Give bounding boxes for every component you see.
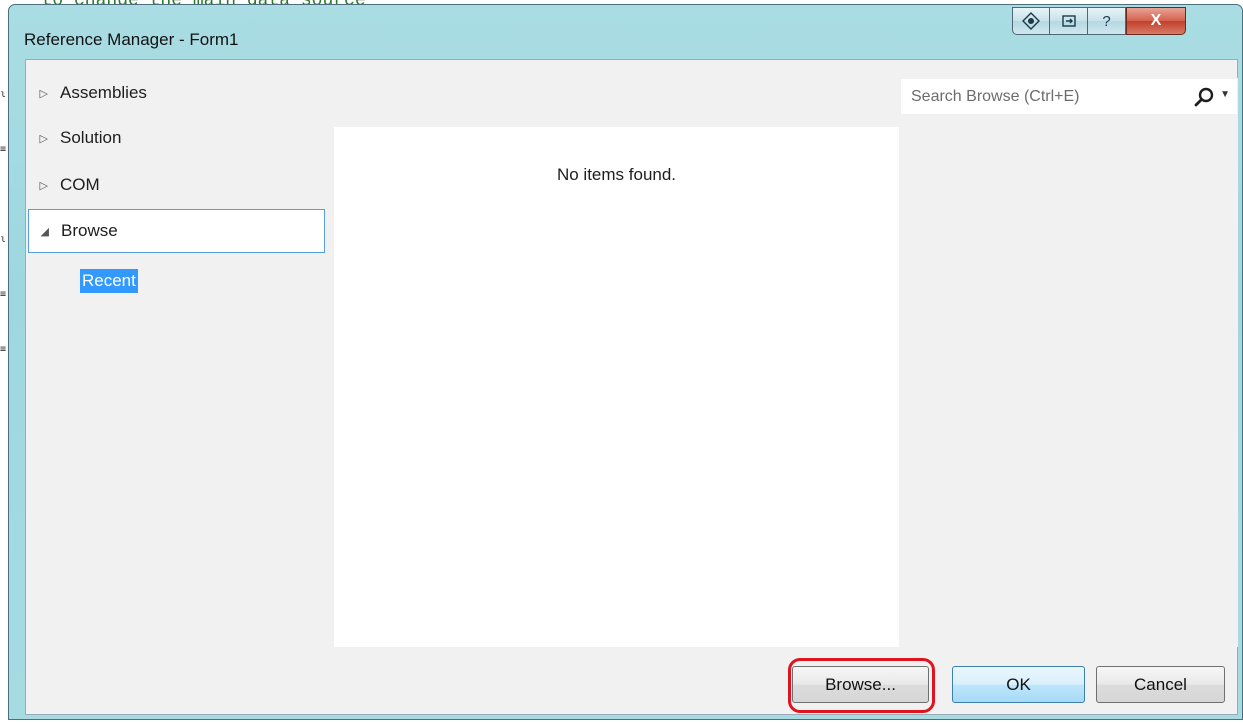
diamond-arrows-icon xyxy=(1022,12,1040,30)
nav-item-solution[interactable]: ▷ Solution xyxy=(28,116,325,160)
background-gutter-mark: ≡ xyxy=(0,144,7,155)
nav-item-label: Solution xyxy=(60,128,122,147)
nav-item-assemblies[interactable]: ▷ Assemblies xyxy=(28,71,325,115)
background-gutter-mark: ɩ xyxy=(0,89,7,100)
empty-results-message: No items found. xyxy=(556,165,677,184)
browse-button[interactable]: Browse... xyxy=(792,666,929,703)
title-bar[interactable]: Reference Manager - Form1 ? X xyxy=(9,5,1242,59)
expand-arrow-icon: ▷ xyxy=(39,179,48,192)
collapse-arrow-icon: ◢ xyxy=(40,225,49,238)
close-icon: X xyxy=(1150,12,1162,29)
expand-arrow-icon: ▷ xyxy=(39,132,48,145)
ok-button[interactable]: OK xyxy=(952,666,1085,703)
nav-subitem-recent[interactable]: Recent xyxy=(80,269,138,293)
window-title: Reference Manager - Form1 xyxy=(24,30,239,49)
details-panel xyxy=(900,80,1238,647)
chevron-down-icon[interactable]: ▼ xyxy=(1220,89,1230,100)
expand-arrow-icon: ▷ xyxy=(39,87,48,100)
dialog-footer: Browse... OK Cancel xyxy=(26,650,1237,714)
nav-item-label: Browse xyxy=(61,221,118,240)
nav-item-browse[interactable]: ◢ Browse xyxy=(28,209,325,253)
nav-item-label: COM xyxy=(60,175,100,194)
search-icon[interactable] xyxy=(1193,86,1215,108)
help-icon: ? xyxy=(1102,12,1111,30)
dock-window-icon xyxy=(1061,15,1076,27)
dialog-client-area: ▷ Assemblies ▷ Solution ▷ COM ◢ Browse R… xyxy=(25,59,1238,715)
search-box[interactable]: ▼ xyxy=(900,78,1238,115)
nav-item-label: Assemblies xyxy=(60,83,147,102)
background-gutter-mark: ≡ xyxy=(0,289,7,300)
background-gutter-mark: ɩ xyxy=(0,234,7,245)
reference-manager-dialog: Reference Manager - Form1 ? X ▷ Assembli… xyxy=(8,4,1243,720)
dock-icon[interactable] xyxy=(1050,7,1088,35)
cancel-button[interactable]: Cancel xyxy=(1096,666,1225,703)
close-button[interactable]: X xyxy=(1126,7,1186,35)
window-control-group: ? X xyxy=(1012,7,1186,37)
navigate-icon[interactable] xyxy=(1012,7,1050,35)
search-input[interactable] xyxy=(911,85,1171,109)
reference-category-tree: ▷ Assemblies ▷ Solution ▷ COM ◢ Browse R… xyxy=(26,60,326,650)
background-gutter-mark: ≡ xyxy=(0,344,7,355)
help-button[interactable]: ? xyxy=(1088,7,1126,35)
results-list[interactable]: No items found. xyxy=(334,127,899,647)
nav-item-com[interactable]: ▷ COM xyxy=(28,163,325,207)
